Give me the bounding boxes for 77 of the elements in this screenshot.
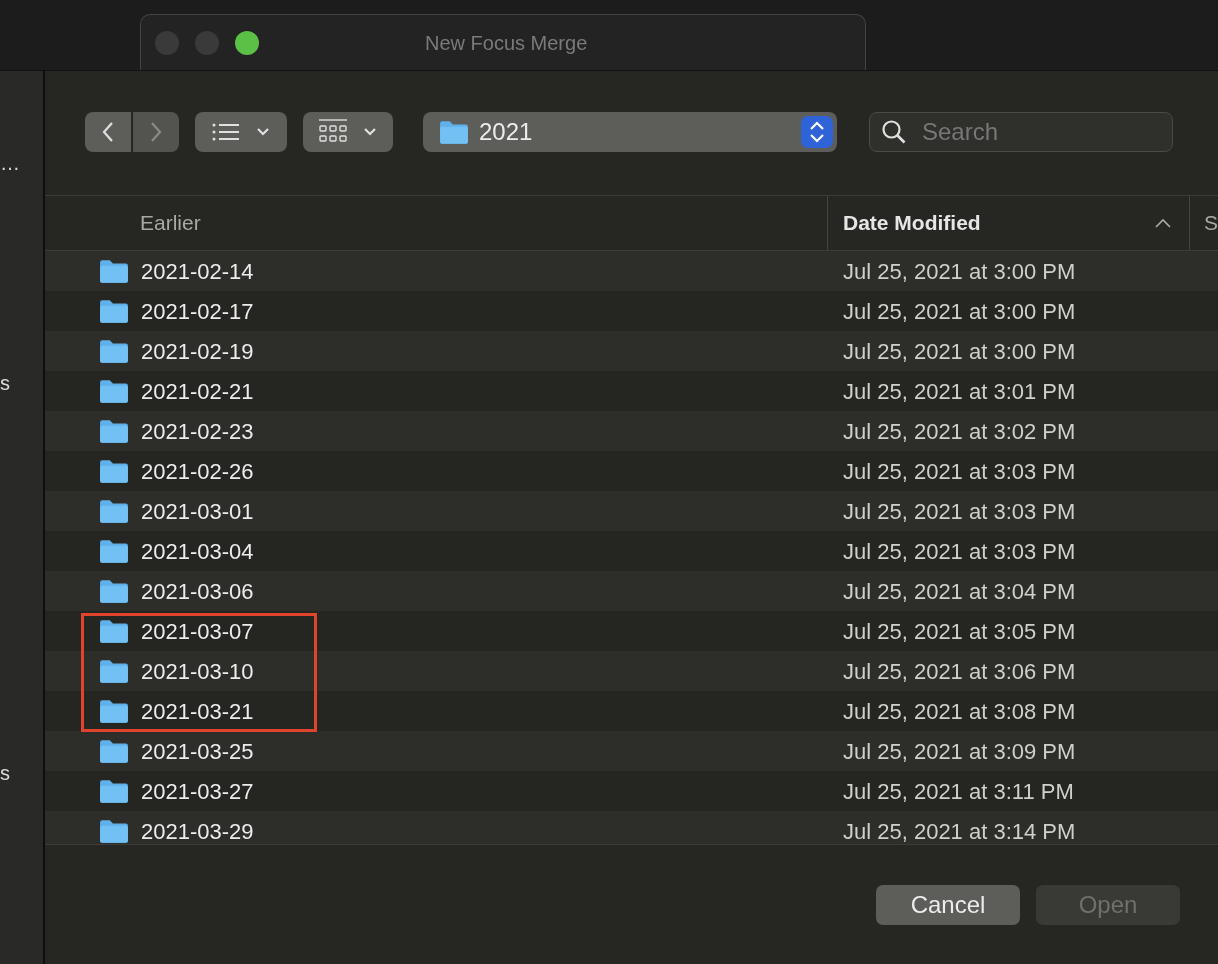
file-row[interactable]: 2021-03-25 Jul 25, 2021 at 3:09 PM xyxy=(45,731,1218,771)
folder-icon xyxy=(99,698,129,724)
cancel-button[interactable]: Cancel xyxy=(876,885,1020,925)
file-name: 2021-03-06 xyxy=(141,577,254,606)
chevron-left-icon xyxy=(101,121,115,143)
date-modified: Jul 25, 2021 at 3:02 PM xyxy=(842,417,1076,446)
list-view-button[interactable] xyxy=(195,112,287,152)
file-name: 2021-03-27 xyxy=(141,777,254,806)
file-name: 2021-02-23 xyxy=(141,417,254,446)
folder-icon xyxy=(99,418,129,444)
file-name: 2021-03-04 xyxy=(141,537,254,566)
file-row[interactable]: 2021-03-29 Jul 25, 2021 at 3:14 PM xyxy=(45,811,1218,844)
file-row[interactable]: 2021-03-06 Jul 25, 2021 at 3:04 PM xyxy=(45,571,1218,611)
sidebar-item-text[interactable]: s xyxy=(0,763,43,783)
file-name: 2021-02-19 xyxy=(141,337,254,366)
date-modified: Jul 25, 2021 at 3:03 PM xyxy=(842,537,1076,566)
folder-icon xyxy=(99,818,129,844)
folder-icon xyxy=(99,258,129,284)
date-modified: Jul 25, 2021 at 3:03 PM xyxy=(842,497,1076,526)
date-modified: Jul 25, 2021 at 3:08 PM xyxy=(842,697,1076,726)
date-modified: Jul 25, 2021 at 3:00 PM xyxy=(842,297,1076,326)
file-row[interactable]: 2021-02-19 Jul 25, 2021 at 3:00 PM xyxy=(45,331,1218,371)
folder-icon xyxy=(99,778,129,804)
date-modified: Jul 25, 2021 at 3:00 PM xyxy=(842,337,1076,366)
sidebar-item-text[interactable]: … xyxy=(0,153,43,173)
file-row[interactable]: 2021-03-01 Jul 25, 2021 at 3:03 PM xyxy=(45,491,1218,531)
folder-icon xyxy=(99,378,129,404)
forward-button[interactable] xyxy=(133,112,179,152)
folder-icon xyxy=(99,658,129,684)
back-button[interactable] xyxy=(85,112,131,152)
chevron-down-icon xyxy=(256,127,270,137)
chevron-down-icon xyxy=(363,127,377,137)
window-control[interactable] xyxy=(235,30,259,55)
file-name: 2021-03-25 xyxy=(141,737,254,766)
date-modified: Jul 25, 2021 at 3:01 PM xyxy=(842,377,1076,406)
column-header[interactable]: Date Modified xyxy=(827,196,1189,250)
date-modified: Jul 25, 2021 at 3:09 PM xyxy=(842,737,1076,766)
file-name: 2021-02-26 xyxy=(141,457,254,486)
search-icon xyxy=(881,119,907,145)
chevron-right-icon xyxy=(149,121,163,143)
gallery-view-button[interactable] xyxy=(303,112,393,152)
file-name: 2021-02-14 xyxy=(141,257,254,286)
column-header[interactable]: Earlier xyxy=(45,196,827,250)
location-dropdown[interactable]: 2021 xyxy=(423,112,837,152)
file-row[interactable]: 2021-02-14 Jul 25, 2021 at 3:00 PM xyxy=(45,251,1218,291)
window-title: New Focus Merge xyxy=(425,30,588,56)
file-name: 2021-03-07 xyxy=(141,617,254,646)
list-icon xyxy=(212,122,240,142)
folder-icon xyxy=(99,538,129,564)
sidebar-item-text[interactable]: s xyxy=(0,373,43,393)
file-name: 2021-03-21 xyxy=(141,697,254,726)
folder-icon xyxy=(99,458,129,484)
folder-icon xyxy=(99,618,129,644)
folder-icon xyxy=(99,738,129,764)
column-header[interactable]: S xyxy=(1189,196,1218,250)
folder-icon xyxy=(99,298,129,324)
search-field[interactable]: Search xyxy=(869,112,1173,152)
date-modified: Jul 25, 2021 at 3:00 PM xyxy=(842,257,1076,286)
file-name: 2021-03-01 xyxy=(141,497,254,526)
date-modified: Jul 25, 2021 at 3:03 PM xyxy=(842,457,1076,486)
file-name: 2021-03-10 xyxy=(141,657,254,686)
date-modified: Jul 25, 2021 at 3:11 PM xyxy=(842,777,1074,806)
date-modified: Jul 25, 2021 at 3:06 PM xyxy=(842,657,1076,686)
up-down-chevron-icon xyxy=(801,116,833,148)
date-modified: Jul 25, 2021 at 3:14 PM xyxy=(842,817,1076,844)
file-name: 2021-03-29 xyxy=(141,817,254,844)
folder-icon xyxy=(439,119,469,145)
file-name: 2021-02-21 xyxy=(141,377,254,406)
sort-ascending-icon xyxy=(1155,218,1171,228)
folder-icon xyxy=(99,498,129,524)
date-modified: Jul 25, 2021 at 3:05 PM xyxy=(842,617,1076,646)
file-row[interactable]: 2021-02-23 Jul 25, 2021 at 3:02 PM xyxy=(45,411,1218,451)
folder-icon xyxy=(99,578,129,604)
file-row[interactable]: 2021-03-10 Jul 25, 2021 at 3:06 PM xyxy=(45,651,1218,691)
date-modified: Jul 25, 2021 at 3:04 PM xyxy=(842,577,1076,606)
file-name: 2021-02-17 xyxy=(141,297,254,326)
folder-icon xyxy=(99,338,129,364)
